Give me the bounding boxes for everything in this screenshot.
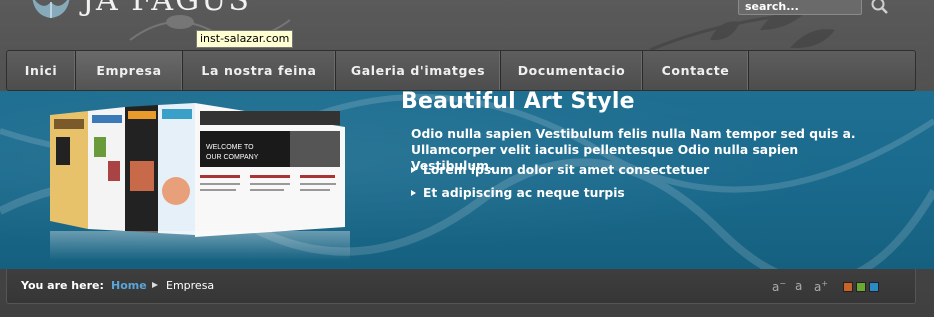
list-item: Lorem ipsum dolor sit amet consectetuer — [411, 162, 709, 178]
nav-item-inici[interactable]: Inici — [7, 51, 76, 90]
header: JA FAGUS search... — [0, 0, 934, 52]
breadcrumb: You are here: Home Empresa a− a a+ — [6, 269, 916, 304]
logo-icon — [28, 0, 74, 20]
font-reset-button[interactable]: a — [795, 279, 802, 293]
theme-orange-swatch[interactable] — [843, 282, 853, 292]
search-input[interactable]: search... — [738, 0, 862, 15]
template-screenshots-image: WELCOME TO OUR COMPANY — [50, 103, 350, 261]
font-increase-sign: + — [821, 279, 829, 288]
nav-item-documentacio[interactable]: Documentacio — [501, 51, 643, 90]
list-item-text: Et adipiscing ac neque turpis — [423, 186, 625, 200]
theme-green-swatch[interactable] — [856, 282, 866, 292]
link-tooltip: inst-salazar.com — [196, 30, 294, 48]
svg-text:OUR COMPANY: OUR COMPANY — [206, 154, 259, 161]
font-decrease-button[interactable]: a− — [772, 279, 786, 294]
nav-item-contacte[interactable]: Contacte — [643, 51, 749, 90]
font-decrease-sign: − — [779, 279, 787, 288]
bullet-arrow-icon — [411, 167, 417, 173]
hero-bullet-list: Lorem ipsum dolor sit amet consectetuer … — [411, 162, 709, 208]
breadcrumb-home-link[interactable]: Home — [111, 279, 147, 292]
breadcrumb-current: Empresa — [166, 279, 215, 292]
list-item: Et adipiscing ac neque turpis — [411, 185, 709, 201]
theme-blue-swatch[interactable] — [869, 282, 879, 292]
page: JA FAGUS search... inst-salazar.com Inic… — [0, 0, 934, 317]
nav-item-empresa[interactable]: Empresa — [76, 51, 183, 90]
hero-title: Beautiful Art Style — [401, 91, 635, 114]
bullet-arrow-icon — [411, 190, 417, 196]
list-item-text: Lorem ipsum dolor sit amet consectetuer — [423, 163, 710, 177]
search-icon[interactable] — [870, 0, 890, 16]
svg-text:WELCOME TO: WELCOME TO — [206, 144, 254, 151]
breadcrumb-separator-icon — [152, 282, 158, 288]
main-nav: Inici Empresa La nostra feina Galeria d'… — [6, 50, 916, 91]
nav-item-galeria[interactable]: Galeria d'imatges — [336, 51, 501, 90]
nav-item-la-nostra-feina[interactable]: La nostra feina — [183, 51, 336, 90]
hero-banner: WELCOME TO OUR COMPANY Beautiful Art Sty… — [0, 91, 934, 269]
breadcrumb-label: You are here: — [21, 279, 104, 292]
font-increase-button[interactable]: a+ — [814, 279, 828, 294]
